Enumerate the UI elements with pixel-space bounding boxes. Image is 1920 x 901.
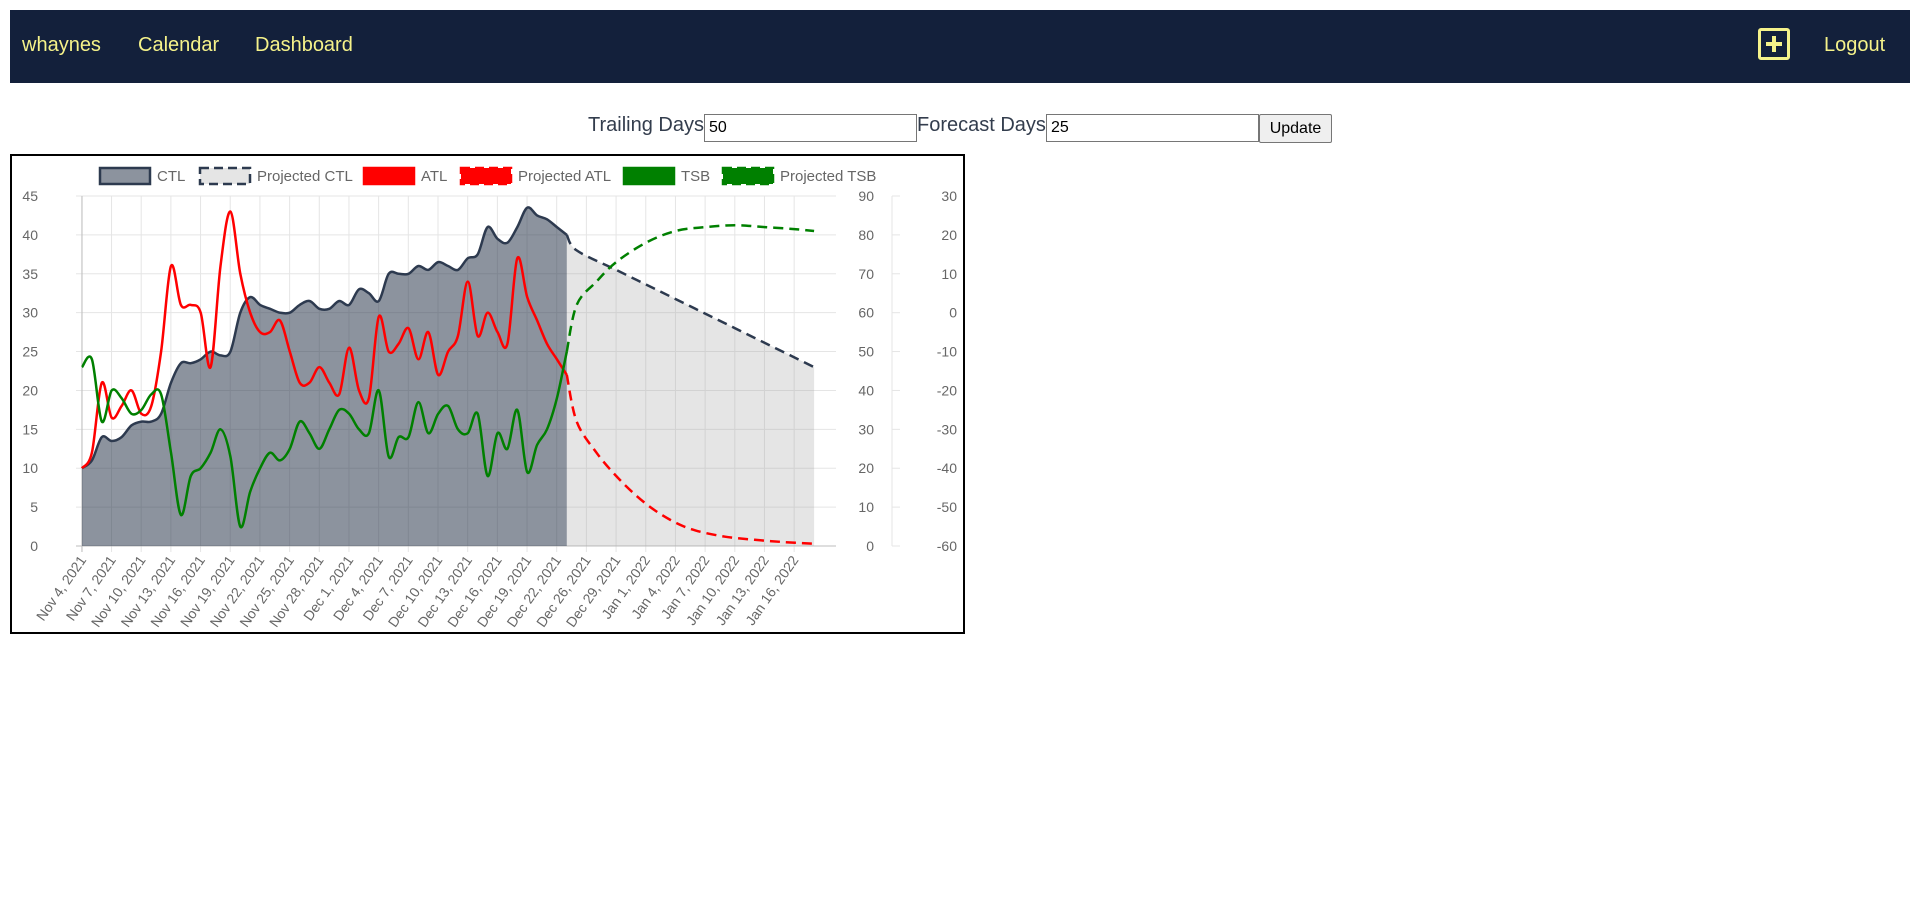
plus-icon-vertical — [1772, 36, 1776, 52]
trailing-days-input[interactable] — [704, 114, 917, 142]
legend-swatch-projected-atl — [459, 166, 513, 186]
nav-user-link[interactable]: whaynes — [22, 34, 101, 57]
y-tick-label-right1: 70 — [858, 266, 874, 282]
y-tick-label-left: 5 — [30, 499, 38, 515]
legend-label-atl: ATL — [421, 168, 447, 185]
y-tick-label-right2: -20 — [937, 382, 957, 398]
y-tick-label-left: 0 — [30, 538, 38, 554]
legend-label-ctl: CTL — [157, 168, 185, 185]
y-tick-label-right1: 80 — [858, 227, 874, 243]
y-tick-label-right2: -30 — [937, 421, 957, 437]
add-workout-icon[interactable] — [1758, 28, 1790, 60]
nav-dashboard-link[interactable]: Dashboard — [255, 34, 353, 57]
legend-label-tsb: TSB — [681, 168, 710, 185]
trailing-days-label: Trailing Days — [588, 114, 704, 136]
y-tick-label-right2: 0 — [949, 305, 957, 321]
legend-swatch-projected-tsb — [721, 166, 775, 186]
y-tick-label-right1: 30 — [858, 421, 874, 437]
legend-swatch-atl — [362, 166, 416, 186]
y-tick-label-left: 45 — [22, 188, 38, 204]
y-tick-label-left: 10 — [22, 460, 38, 476]
y-tick-label-right2: 30 — [941, 188, 957, 204]
nav-calendar-link[interactable]: Calendar — [138, 34, 219, 57]
y-tick-label-left: 15 — [22, 421, 38, 437]
y-tick-label-left: 35 — [22, 266, 38, 282]
forecast-days-input[interactable] — [1046, 114, 1259, 142]
y-tick-label-right2: -40 — [937, 460, 957, 476]
y-tick-label-left: 40 — [22, 227, 38, 243]
y-tick-label-right2: -60 — [937, 538, 957, 554]
y-tick-label-right2: 20 — [941, 227, 957, 243]
chart-canvas: 45 90 3040 80 2035 70 1030 60 025 50 -1020 40 -2015 3… — [22, 166, 957, 630]
forecast-days-label: Forecast Days — [917, 114, 1046, 136]
y-tick-label-right1: 90 — [858, 188, 874, 204]
legend-label-projected-atl: Projected ATL — [518, 168, 611, 185]
projected-ctl-area — [566, 234, 815, 546]
y-tick-label-right2: 10 — [941, 266, 957, 282]
legend-swatch-ctl — [98, 166, 152, 186]
y-tick-label-right1: 20 — [858, 460, 874, 476]
chart-controls: Trailing Days Forecast Days Update — [0, 114, 1920, 143]
legend-label-projected-ctl: Projected CTL — [257, 168, 353, 185]
legend-swatch-projected-ctl — [198, 166, 252, 186]
y-tick-label-right2: -50 — [937, 499, 957, 515]
ctl-area — [82, 207, 567, 546]
y-tick-label-right2: -10 — [937, 344, 957, 360]
y-tick-label-right1: 10 — [858, 499, 874, 515]
y-tick-label-right1: 0 — [866, 538, 874, 554]
y-tick-label-left: 30 — [22, 305, 38, 321]
y-tick-label-right1: 60 — [858, 305, 874, 321]
update-button[interactable]: Update — [1259, 114, 1332, 143]
nav-logout-link[interactable]: Logout — [1824, 34, 1885, 57]
top-navbar: whaynes Calendar Dashboard Logout — [10, 10, 1910, 83]
legend-swatch-tsb — [622, 166, 676, 186]
y-tick-label-right1: 50 — [858, 344, 874, 360]
y-tick-label-left: 20 — [22, 382, 38, 398]
training-load-chart: 45 90 30 40 80 20 35 70 10 30 60 0 25 50 -10 20 40 -20 15 3… — [10, 154, 965, 634]
y-tick-label-left: 25 — [22, 344, 38, 360]
legend-label-projected-tsb: Projected TSB — [780, 168, 876, 185]
y-tick-label-right1: 40 — [858, 382, 874, 398]
